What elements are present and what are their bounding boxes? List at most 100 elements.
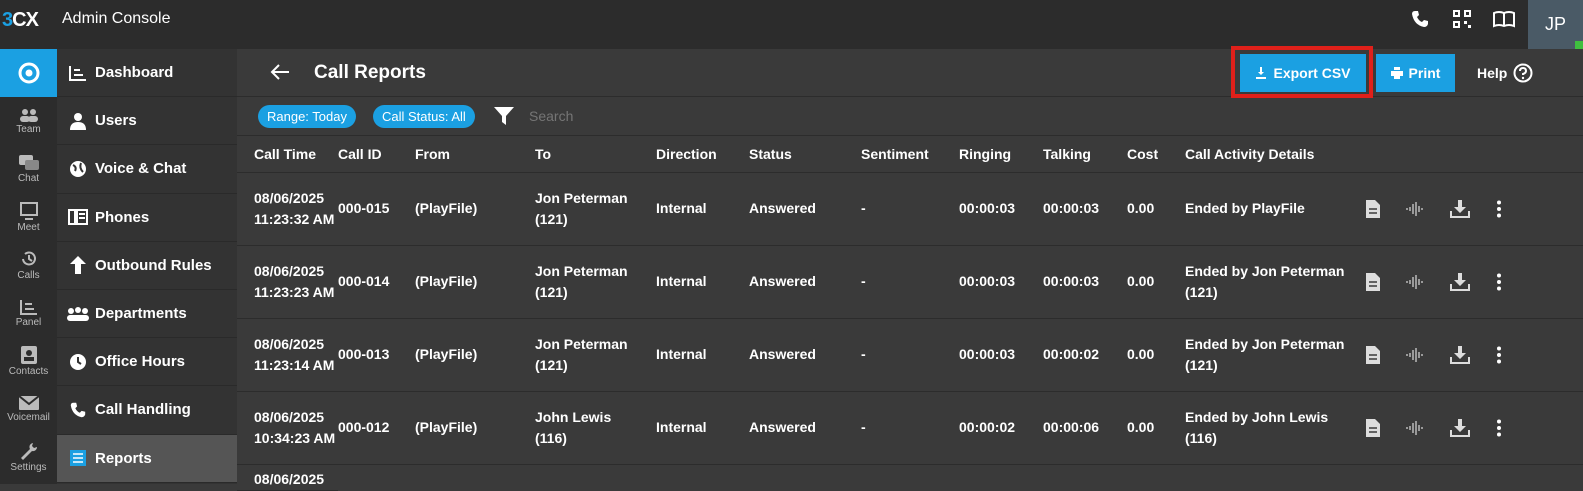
app-title: Admin Console (62, 10, 171, 27)
column-header[interactable]: Sentiment (861, 136, 959, 173)
row-actions (1366, 245, 1583, 319)
cell-call-id: 000-012 (338, 391, 415, 465)
cell-to: Jon Peterman (121) (535, 245, 656, 319)
column-header[interactable]: Call Time (237, 136, 338, 173)
cell-sentiment: - (861, 391, 959, 465)
column-header[interactable]: Call ID (338, 136, 415, 173)
column-header[interactable]: Call Activity Details (1185, 136, 1366, 173)
cell-call-time: 08/06/2025 (237, 464, 338, 491)
team-icon (19, 108, 38, 122)
export-csv-button[interactable]: Export CSV (1240, 54, 1366, 92)
avatar[interactable]: JP (1528, 0, 1583, 49)
print-button[interactable]: Print (1376, 54, 1455, 92)
download-icon[interactable] (1450, 345, 1470, 364)
column-header[interactable]: Ringing (959, 136, 1043, 173)
audio-waveform-icon[interactable] (1406, 274, 1424, 289)
rail-item-team[interactable]: Team (0, 97, 57, 145)
table-row[interactable]: 08/06/2025 11:23:32 AM 000-015 (PlayFile) J… (237, 172, 1583, 246)
back-arrow-icon[interactable] (269, 61, 291, 88)
rail-item-chat[interactable]: Chat (0, 145, 57, 193)
column-header[interactable]: Direction (656, 136, 749, 173)
rail-item-contacts[interactable]: Contacts (0, 337, 57, 385)
main-content: Call Reports Export CSV Print Help Range… (237, 46, 1583, 491)
help-button[interactable]: Help (1477, 63, 1533, 83)
download-icon[interactable] (1450, 418, 1470, 437)
rail-item-voicemail[interactable]: Voicemail (0, 385, 57, 433)
top-bar: 3CX Admin Console JP (0, 0, 1583, 49)
cell-call-activity-details: Ended by John Lewis (116) (1185, 391, 1366, 465)
sidebar-item-phones[interactable]: Phones (57, 194, 237, 242)
table-row[interactable]: 08/06/2025 (237, 464, 1583, 491)
more-options-icon[interactable] (1496, 200, 1502, 218)
search-input[interactable] (529, 108, 729, 124)
sidebar-item-users[interactable]: Users (57, 97, 237, 146)
rail-item-settings[interactable]: Settings (0, 433, 57, 481)
row-actions (1366, 172, 1583, 246)
more-options-icon[interactable] (1496, 419, 1502, 437)
audio-waveform-icon[interactable] (1406, 420, 1424, 435)
cell-cost: 0.00 (1127, 391, 1185, 465)
settings-icon (20, 442, 37, 460)
cell-call-activity-details: Ended by Jon Peterman (121) (1185, 318, 1366, 392)
row-actions (1366, 391, 1583, 465)
document-icon[interactable] (1366, 199, 1380, 218)
meet-icon (19, 201, 38, 220)
document-icon[interactable] (1366, 418, 1380, 437)
column-header[interactable]: To (535, 136, 656, 173)
cell-call-time: 08/06/2025 11:23:23 AM (237, 245, 338, 319)
document-icon[interactable] (1366, 345, 1380, 364)
dashboard-icon (67, 63, 89, 83)
audio-waveform-icon[interactable] (1406, 201, 1424, 216)
more-options-icon[interactable] (1496, 346, 1502, 364)
qr-code-icon[interactable] (1451, 8, 1473, 30)
download-icon[interactable] (1450, 272, 1470, 291)
more-options-icon[interactable] (1496, 273, 1502, 291)
cell-direction: Internal (656, 318, 749, 392)
cell-call-activity-details: Ended by Jon Peterman (121) (1185, 245, 1366, 319)
sidebar-item-office-hours[interactable]: Office Hours (57, 338, 237, 387)
cell-from: (PlayFile) (415, 318, 535, 392)
cell-call-id: 000-014 (338, 245, 415, 319)
cell-ringing: 00:00:03 (959, 318, 1043, 392)
actions-header (1366, 136, 1583, 173)
sidebar-item-reports[interactable]: Reports (57, 434, 237, 483)
range-filter-chip[interactable]: Range: Today (258, 105, 356, 128)
cell-status: Answered (749, 172, 861, 246)
clock-icon (67, 352, 89, 372)
rail-item-meet[interactable]: Meet (0, 193, 57, 241)
column-header[interactable]: Cost (1127, 136, 1185, 173)
cell-call-time: 08/06/2025 11:23:14 AM (237, 318, 338, 392)
audio-waveform-icon[interactable] (1406, 347, 1424, 362)
phone-icon[interactable] (1409, 8, 1431, 30)
sidebar-item-outbound-rules[interactable]: Outbound Rules (57, 242, 237, 290)
filter-icon[interactable] (494, 107, 514, 130)
rail-item-panel[interactable]: Panel (0, 289, 57, 337)
cell-from: (PlayFile) (415, 172, 535, 246)
rail-item-calls[interactable]: Calls (0, 241, 57, 289)
reports-icon (67, 448, 89, 468)
book-icon[interactable] (1493, 8, 1515, 30)
sidebar-item-departments[interactable]: Departments (57, 290, 237, 339)
sidebar-item-voice-chat[interactable]: Voice & Chat (57, 145, 237, 194)
rail-item-home[interactable] (0, 49, 57, 97)
sidebar-item-dashboard[interactable]: Dashboard (57, 49, 237, 98)
cell-cost: 0.00 (1127, 172, 1185, 246)
departments-icon (67, 304, 89, 324)
call-status-filter-chip[interactable]: Call Status: All (373, 105, 475, 128)
logo[interactable]: 3CX (2, 9, 39, 32)
table-row[interactable]: 08/06/2025 11:23:14 AM 000-013 (PlayFile) J… (237, 318, 1583, 392)
presence-indicator (1575, 41, 1583, 49)
download-icon[interactable] (1450, 199, 1470, 218)
column-header[interactable]: Status (749, 136, 861, 173)
table-row[interactable]: 08/06/2025 10:34:23 AM 000-012 (PlayFile) J… (237, 391, 1583, 465)
arrow-up-icon (67, 255, 89, 275)
user-icon (67, 111, 89, 131)
document-icon[interactable] (1366, 272, 1380, 291)
sidebar-item-call-handling[interactable]: Call Handling (57, 386, 237, 435)
column-header[interactable]: From (415, 136, 535, 173)
cell-call-time: 08/06/2025 11:23:32 AM (237, 172, 338, 246)
filter-bar: Range: Today Call Status: All (237, 97, 1583, 136)
column-header[interactable]: Talking (1043, 136, 1127, 173)
sidebar-nav: Dashboard Users Voice & Chat Phones Outb… (57, 49, 237, 484)
table-row[interactable]: 08/06/2025 11:23:23 AM 000-014 (PlayFile) J… (237, 245, 1583, 319)
